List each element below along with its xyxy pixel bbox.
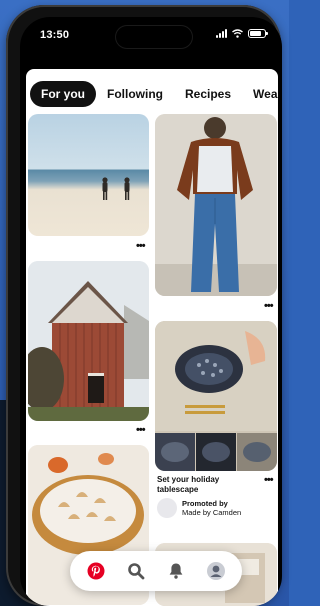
pin-image-barn[interactable] — [28, 261, 149, 421]
fashion-photo-illustration — [155, 114, 277, 296]
pin-title[interactable]: Set your holiday tablescape — [157, 475, 257, 495]
pin-image-beach[interactable] — [28, 114, 149, 236]
barn-illustration — [28, 261, 149, 421]
nav-notifications[interactable] — [164, 559, 188, 583]
pin-more-button[interactable]: ••• — [136, 240, 146, 252]
beach-people-icon — [102, 177, 130, 200]
tab-for-you[interactable]: For you — [30, 81, 96, 107]
profile-avatar-icon — [207, 562, 225, 580]
nav-search[interactable] — [124, 559, 148, 583]
phone-screen: 13:50 For you Following Recipes Wea ••• … — [20, 17, 282, 606]
tablescape-illustration — [155, 321, 277, 471]
cellular-signal-icon — [216, 29, 227, 38]
phone-frame: 13:50 For you Following Recipes Wea ••• … — [6, 5, 282, 606]
battery-icon — [248, 29, 268, 38]
nav-profile[interactable] — [204, 559, 228, 583]
feed-tabs: For you Following Recipes Wear — [26, 81, 278, 107]
tab-recipes[interactable]: Recipes — [174, 81, 242, 107]
status-icons — [216, 29, 268, 38]
promoted-label: Promoted by — [182, 499, 228, 508]
tab-following[interactable]: Following — [96, 81, 174, 107]
pinterest-app: For you Following Recipes Wear ••• — [26, 69, 278, 606]
advertiser-avatar[interactable] — [157, 498, 177, 518]
bottom-nav-bar — [70, 551, 242, 591]
pin-image-tablescape[interactable] — [155, 321, 277, 471]
search-icon — [128, 563, 145, 580]
nav-home[interactable] — [84, 559, 108, 583]
pin-more-button[interactable]: ••• — [264, 300, 274, 312]
promoted-info: Promoted by Made by Camden — [182, 499, 241, 517]
dynamic-island — [116, 26, 192, 48]
bell-icon — [169, 563, 183, 579]
advertiser-name[interactable]: Made by Camden — [182, 508, 241, 517]
pinterest-logo-icon — [87, 562, 105, 580]
wifi-icon — [232, 29, 243, 38]
pin-more-button[interactable]: ••• — [136, 424, 146, 436]
status-bar: 13:50 — [20, 17, 282, 57]
pin-image-jeans[interactable] — [155, 114, 277, 296]
tab-wear[interactable]: Wear — [242, 81, 278, 107]
pin-more-button[interactable]: ••• — [264, 474, 274, 486]
status-time: 13:50 — [40, 29, 70, 41]
